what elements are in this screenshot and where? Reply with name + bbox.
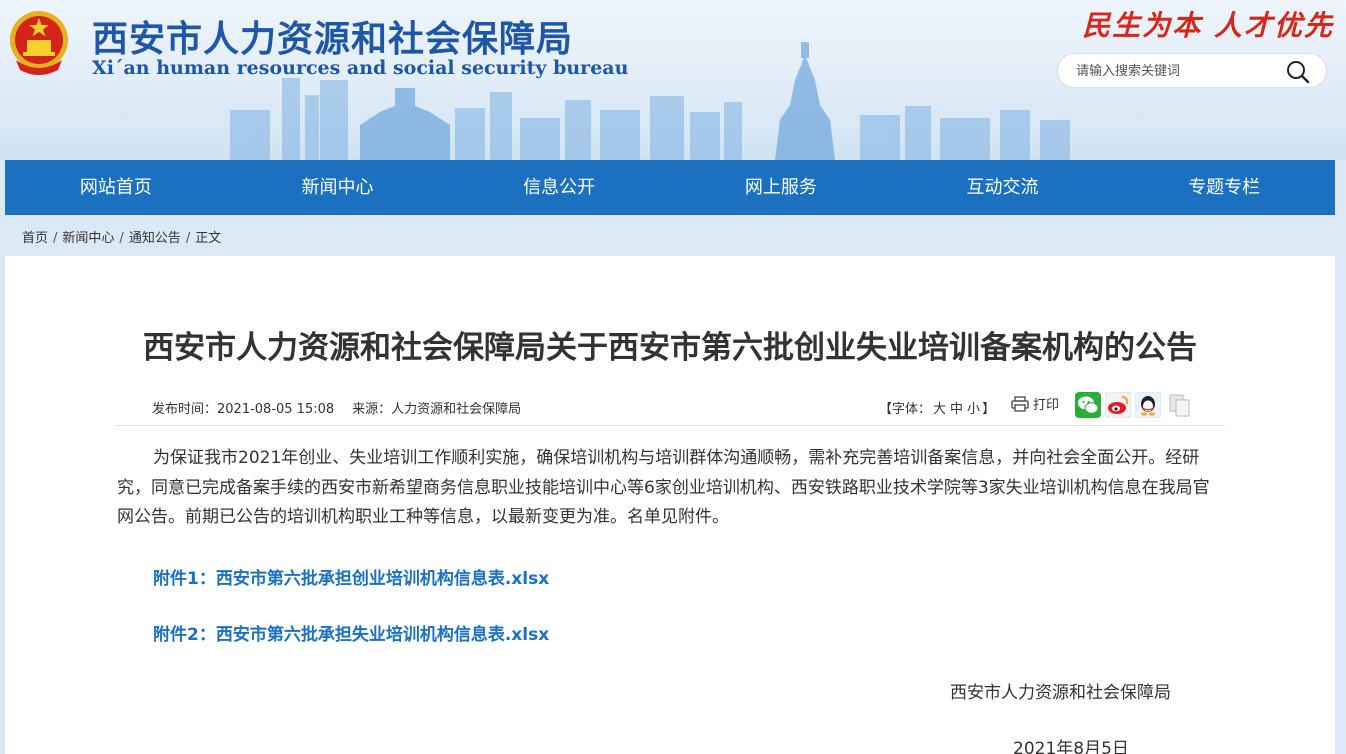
attachment-link-2[interactable]: 附件2：西安市第六批承担失业培训机构信息表.xlsx — [153, 620, 549, 645]
nav-item-news[interactable]: 新闻中心 — [227, 160, 449, 215]
copy-icon[interactable] — [1167, 392, 1193, 418]
publish-time: 发布时间：2021-08-05 15:08 — [152, 402, 335, 417]
breadcrumb-news[interactable]: 新闻中心 — [62, 231, 114, 246]
site-title: 西安市人力资源和社会保障局 — [92, 19, 574, 60]
nav-item-home[interactable]: 网站首页 — [5, 160, 227, 215]
breadcrumb-home[interactable]: 首页 — [22, 231, 48, 246]
breadcrumb-separator: / — [185, 231, 191, 246]
nav-item-info-disclosure[interactable]: 信息公开 — [448, 160, 670, 215]
breadcrumb-current: 正文 — [195, 231, 222, 246]
font-size-small[interactable]: 小 — [967, 402, 980, 417]
font-size-large[interactable]: 大 — [933, 402, 946, 417]
main-nav: 网站首页 新闻中心 信息公开 网上服务 互动交流 专题专栏 — [5, 160, 1335, 215]
article-date: 2021年8月5日 — [1013, 739, 1129, 754]
printer-icon — [1011, 395, 1029, 412]
search-box — [1057, 53, 1327, 88]
breadcrumb-separator: / — [53, 231, 58, 246]
article-container: 西安市人力资源和社会保障局关于西安市第六批创业失业培训备案机构的公告 发布时间：… — [5, 256, 1335, 754]
print-label: 打印 — [1033, 398, 1060, 413]
article-signature: 西安市人力资源和社会保障局 — [950, 683, 1171, 703]
font-size-medium[interactable]: 中 — [950, 402, 963, 417]
nav-item-special-topics[interactable]: 专题专栏 — [1113, 160, 1335, 215]
nav-item-online-service[interactable]: 网上服务 — [670, 160, 892, 215]
national-emblem-icon — [10, 11, 68, 75]
font-size-label: 【字体： — [879, 402, 932, 417]
wechat-icon[interactable] — [1075, 392, 1101, 418]
breadcrumb: 首页 / 新闻中心 / 通知公告 / 正文 — [22, 227, 221, 246]
article-body: 为保证我市2021年创业、失业培训工作顺利实施，确保培训机构与培训群体沟通顺畅，… — [117, 448, 1210, 527]
search-icon[interactable] — [1286, 60, 1310, 84]
article-title: 西安市人力资源和社会保障局关于西安市第六批创业失业培训备案机构的公告 — [143, 330, 1197, 366]
article-source: 来源：人力资源和社会保障局 — [352, 402, 522, 417]
site-subtitle-english: Xi´an human resources and social securit… — [92, 57, 629, 79]
print-button[interactable]: 打印 — [1011, 394, 1059, 413]
font-size-bracket-end: 】 — [982, 402, 996, 417]
site-header: 西安市人力资源和社会保障局 Xi´an human resources and … — [0, 0, 1346, 160]
breadcrumb-separator: / — [119, 231, 124, 246]
slogan: 民生为本 人才优先 — [1082, 9, 1334, 42]
article-meta: 发布时间：2021-08-05 15:08 来源：人力资源和社会保障局 【字体：大… — [115, 382, 1225, 426]
search-input[interactable] — [1076, 60, 1276, 82]
font-size-control: 【字体：大中小】 — [879, 398, 995, 417]
attachment-link-1[interactable]: 附件1：西安市第六批承担创业培训机构信息表.xlsx — [153, 564, 549, 589]
breadcrumb-notices[interactable]: 通知公告 — [129, 231, 181, 246]
nav-item-interaction[interactable]: 互动交流 — [892, 160, 1114, 215]
qq-icon[interactable] — [1135, 392, 1161, 418]
weibo-icon[interactable] — [1105, 392, 1131, 418]
article-meta-info: 发布时间：2021-08-05 15:08 来源：人力资源和社会保障局 — [152, 398, 521, 417]
